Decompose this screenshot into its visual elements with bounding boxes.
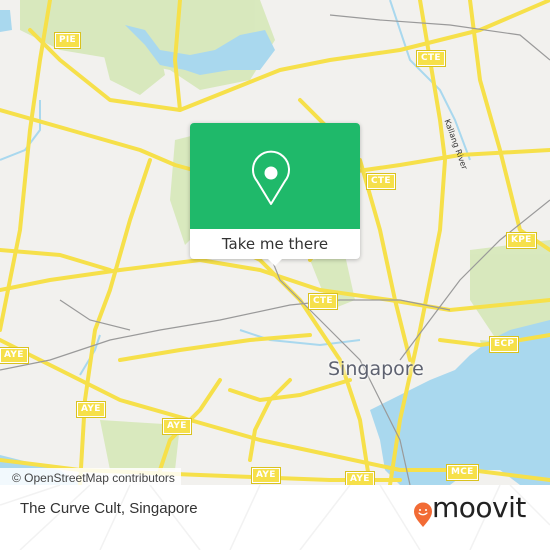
highway-shield-cte: CTE [366, 173, 396, 190]
moovit-brand: moovit [432, 491, 526, 524]
footer-bar: The Curve Cult, Singapore moovit [0, 485, 550, 550]
moovit-logo-icon [414, 502, 432, 527]
highway-shield-aye: AYE [76, 401, 106, 418]
city-label: Singapore [328, 358, 424, 380]
road [228, 378, 352, 402]
place-name: The Curve Cult, Singapore [20, 500, 198, 517]
park-area [100, 30, 165, 95]
road [468, 0, 550, 252]
map-view[interactable]: PIE CTE CTE CTE KPE ECP AYE AYE AYE AYE … [0, 0, 550, 485]
map-pin-icon [252, 150, 290, 205]
location-popup: Take me there [190, 123, 360, 266]
highway-shield-aye: AYE [0, 347, 29, 364]
highway-shield-aye: AYE [251, 467, 281, 484]
popup-pointer [268, 259, 282, 266]
highway-shield-kpe: KPE [506, 232, 537, 249]
take-me-there-button[interactable]: Take me there [190, 229, 360, 259]
highway-shield-pie: PIE [54, 32, 81, 49]
highway-shield-aye: AYE [345, 471, 375, 485]
road [248, 378, 292, 462]
highway-shield-cte: CTE [416, 50, 446, 67]
highway-shield-ecp: ECP [488, 336, 520, 353]
road [0, 248, 112, 272]
road [118, 333, 312, 362]
water-body [0, 10, 12, 32]
highway-shield-cte: CTE [308, 293, 338, 310]
highway-shield-mce: MCE [446, 464, 479, 481]
road [358, 158, 412, 362]
map-attribution[interactable]: © OpenStreetMap contributors [0, 468, 181, 485]
popup-header [190, 123, 360, 229]
highway-shield-aye: AYE [162, 418, 192, 435]
marina-bay [370, 320, 550, 485]
